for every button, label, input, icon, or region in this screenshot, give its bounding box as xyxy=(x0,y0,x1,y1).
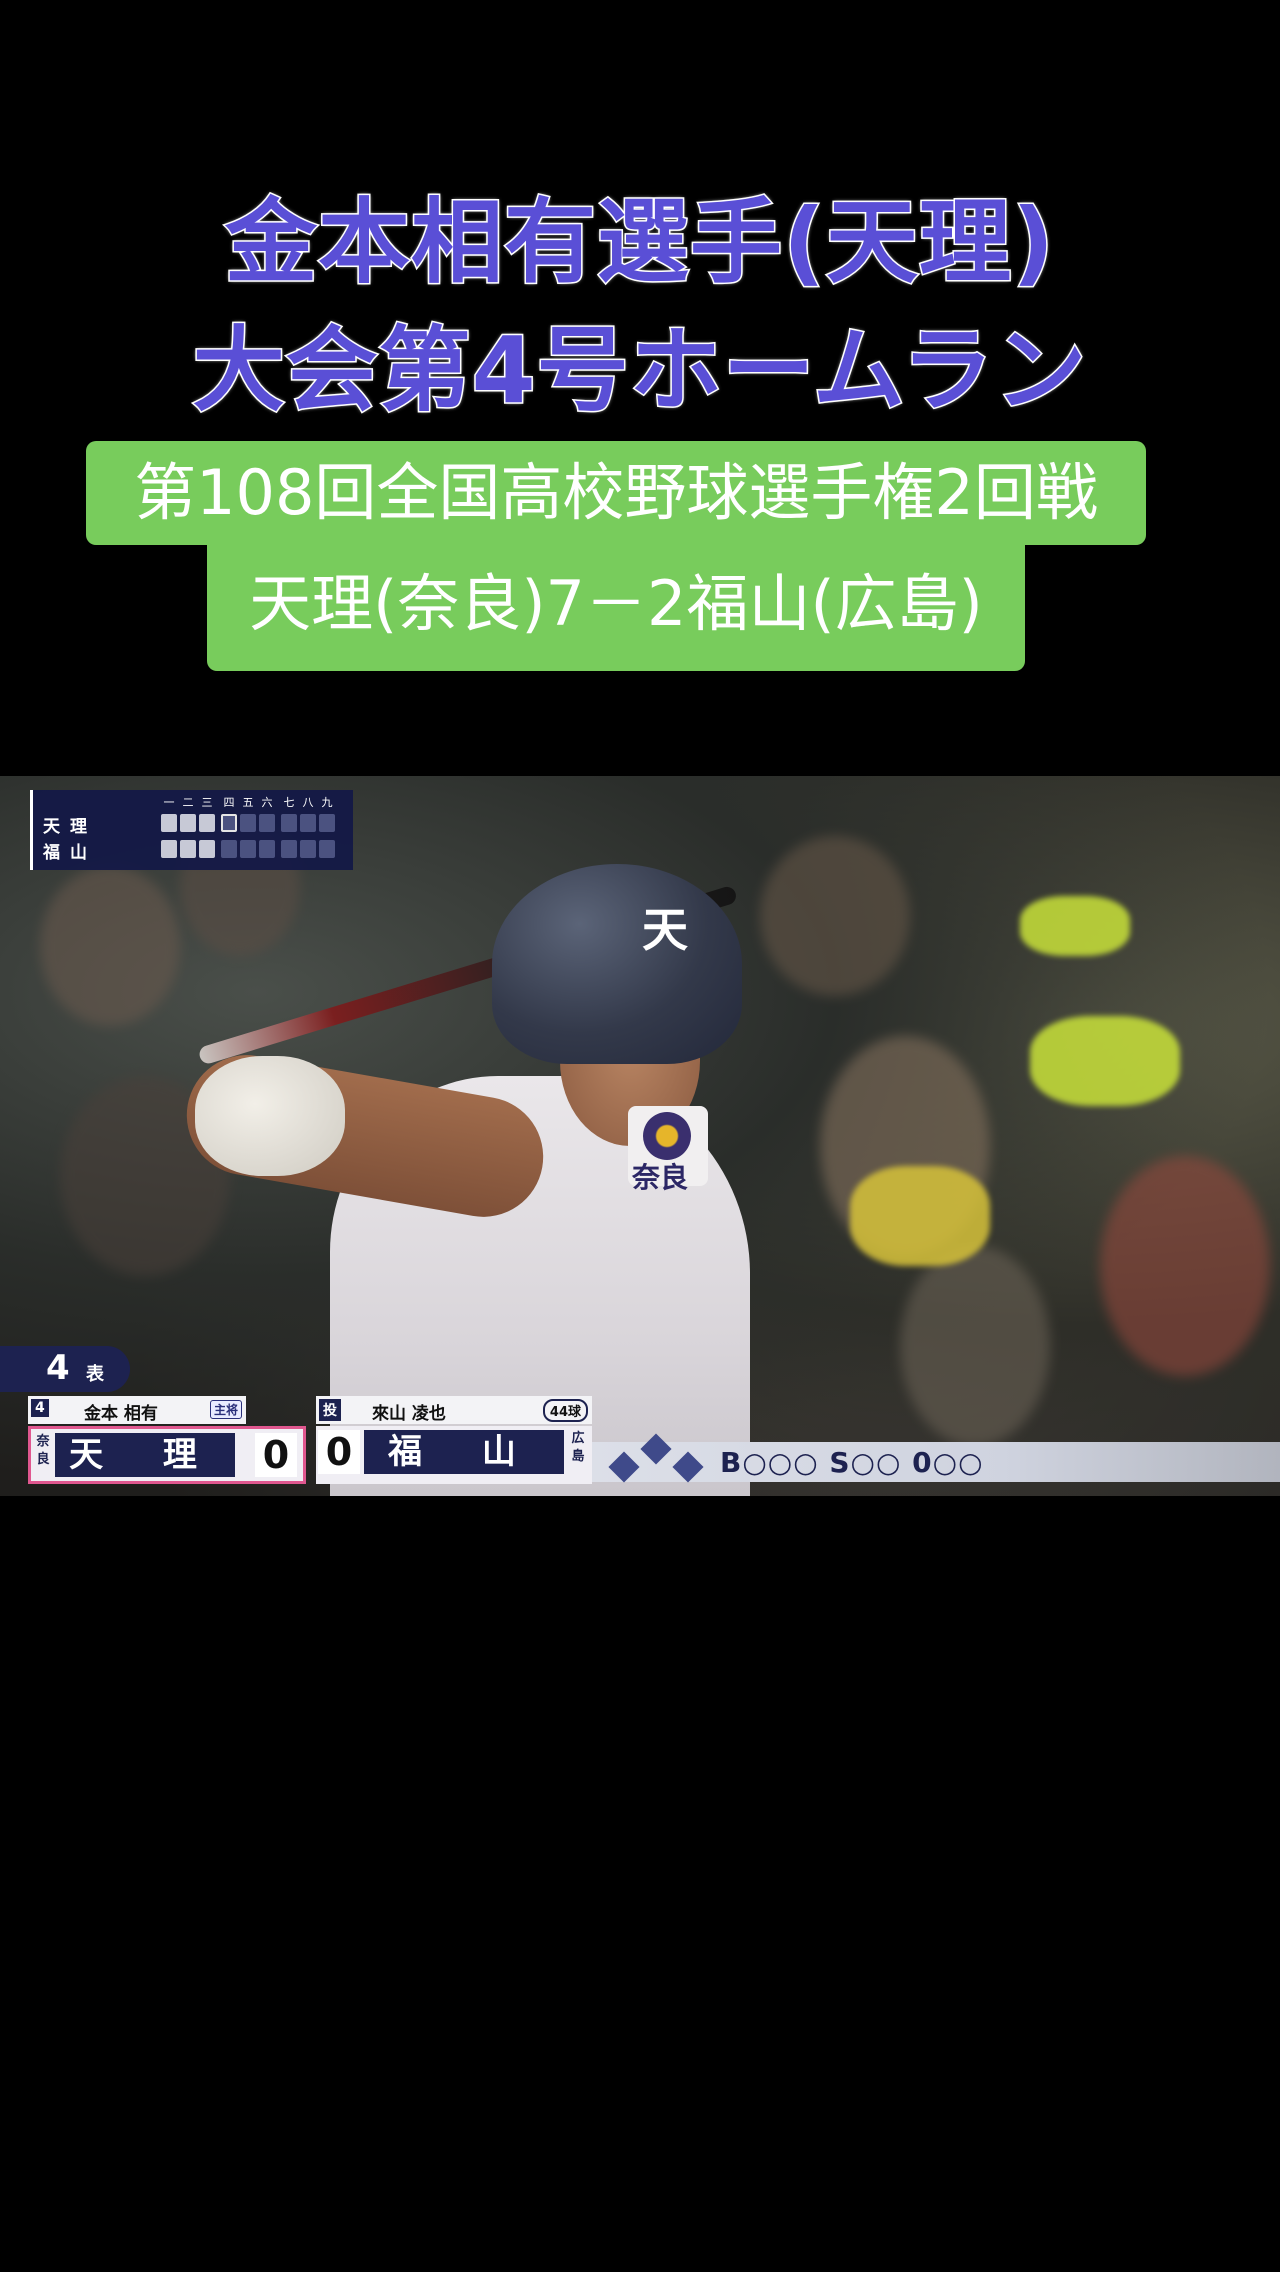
second-base-icon xyxy=(640,1433,672,1465)
inning-board-team-away: 福山 xyxy=(43,843,97,863)
inning-header: 六 xyxy=(261,796,273,809)
headline-line1: 金本相有選手(天理) xyxy=(223,188,1056,298)
inning-cell xyxy=(240,814,256,832)
batting-helmet: 天 xyxy=(492,864,742,1064)
batting-glove xyxy=(195,1056,345,1176)
batter-name: 金本 相有 xyxy=(84,1404,158,1424)
inning-cell xyxy=(221,840,237,858)
inning-cell xyxy=(199,840,215,858)
inning-scoreboard: 一 二 三 四 五 六 七 八 九 天理 福山 xyxy=(30,790,353,870)
inning-header: 三 xyxy=(201,796,213,809)
crowd-fan-yellow-towel xyxy=(850,1166,990,1266)
first-base-icon xyxy=(672,1451,704,1483)
inning-cell xyxy=(259,840,275,858)
inning-cell xyxy=(240,840,256,858)
inning-cell xyxy=(281,814,297,832)
pitcher-name: 來山 凌也 xyxy=(372,1404,446,1424)
inning-cell xyxy=(180,840,196,858)
captain-badge: 主将 xyxy=(209,1400,242,1419)
inning-half: 表 xyxy=(86,1364,104,1385)
headline-line2: 大会第4号ホームラン xyxy=(191,316,1088,426)
sleeve-patch-text: 奈良 xyxy=(632,1161,689,1194)
inning-header: 九 xyxy=(321,796,333,809)
home-score: 0 xyxy=(255,1433,297,1477)
crowd-figure xyxy=(40,866,180,1026)
inning-cell xyxy=(319,840,335,858)
crowd-fan-yellow-shirt xyxy=(1030,1016,1180,1106)
inning-cell xyxy=(259,814,275,832)
video-frame[interactable]: 天 奈良 一 二 三 四 五 六 七 八 九 天理 福山 4 表 4 金本 相有… xyxy=(0,776,1280,1496)
batter-info: 4 金本 相有 主将 xyxy=(28,1396,246,1424)
inning-cell xyxy=(199,814,215,832)
home-team-score: 奈良 天 理 0 xyxy=(28,1426,306,1484)
inning-cell-current xyxy=(221,814,237,832)
inning-cell xyxy=(300,840,316,858)
away-score: 0 xyxy=(318,1430,360,1474)
inning-header: 四 xyxy=(223,796,235,809)
inning-cell xyxy=(161,814,177,832)
batting-order: 4 xyxy=(31,1399,49,1417)
inning-header: 八 xyxy=(302,796,314,809)
helmet-logo: 天 xyxy=(642,903,688,957)
caption-line1: 第108回全国高校野球選手権2回戦 xyxy=(86,441,1146,545)
caption-line2: 天理(奈良)7－2福山(広島) xyxy=(207,545,1025,671)
inning-header: 二 xyxy=(182,796,194,809)
inning-cell xyxy=(161,840,177,858)
inning-cell xyxy=(281,840,297,858)
away-team-name: 福 山 xyxy=(364,1430,564,1474)
home-team-name: 天 理 xyxy=(55,1433,235,1477)
crowd-figure xyxy=(1100,1156,1270,1376)
third-base-icon xyxy=(608,1451,640,1483)
sleeve-patch: 奈良 xyxy=(628,1106,708,1194)
inning-board-team-home: 天理 xyxy=(43,817,97,837)
inning-number: 4 xyxy=(46,1348,70,1388)
away-team-score: 0 福 山 広島 xyxy=(316,1426,592,1484)
inning-header: 一 xyxy=(163,796,175,809)
inning-cell xyxy=(300,814,316,832)
inning-header: 五 xyxy=(242,796,254,809)
inning-cell xyxy=(319,814,335,832)
inning-cell xyxy=(180,814,196,832)
crowd-figure xyxy=(760,836,910,996)
inning-indicator: 4 表 xyxy=(0,1346,130,1392)
pitcher-info: 投 來山 凌也 44球 xyxy=(316,1396,592,1424)
scorebug: 4 表 4 金本 相有 主将 投 來山 凌也 44球 奈良 天 理 0 0 福 … xyxy=(0,1346,1280,1496)
count-display: B○○○ S○○ 0○○ xyxy=(592,1433,1280,1483)
pitch-count: 44球 xyxy=(542,1399,588,1422)
crowd-fan-yellow-cap xyxy=(1020,896,1130,956)
crest-icon xyxy=(643,1112,691,1160)
pitcher-role: 投 xyxy=(319,1399,341,1421)
home-prefecture: 奈良 xyxy=(36,1434,50,1467)
inning-header: 七 xyxy=(283,796,295,809)
away-prefecture: 広島 xyxy=(571,1431,585,1464)
ball-strike-out-count: B○○○ S○○ 0○○ xyxy=(720,1446,984,1479)
